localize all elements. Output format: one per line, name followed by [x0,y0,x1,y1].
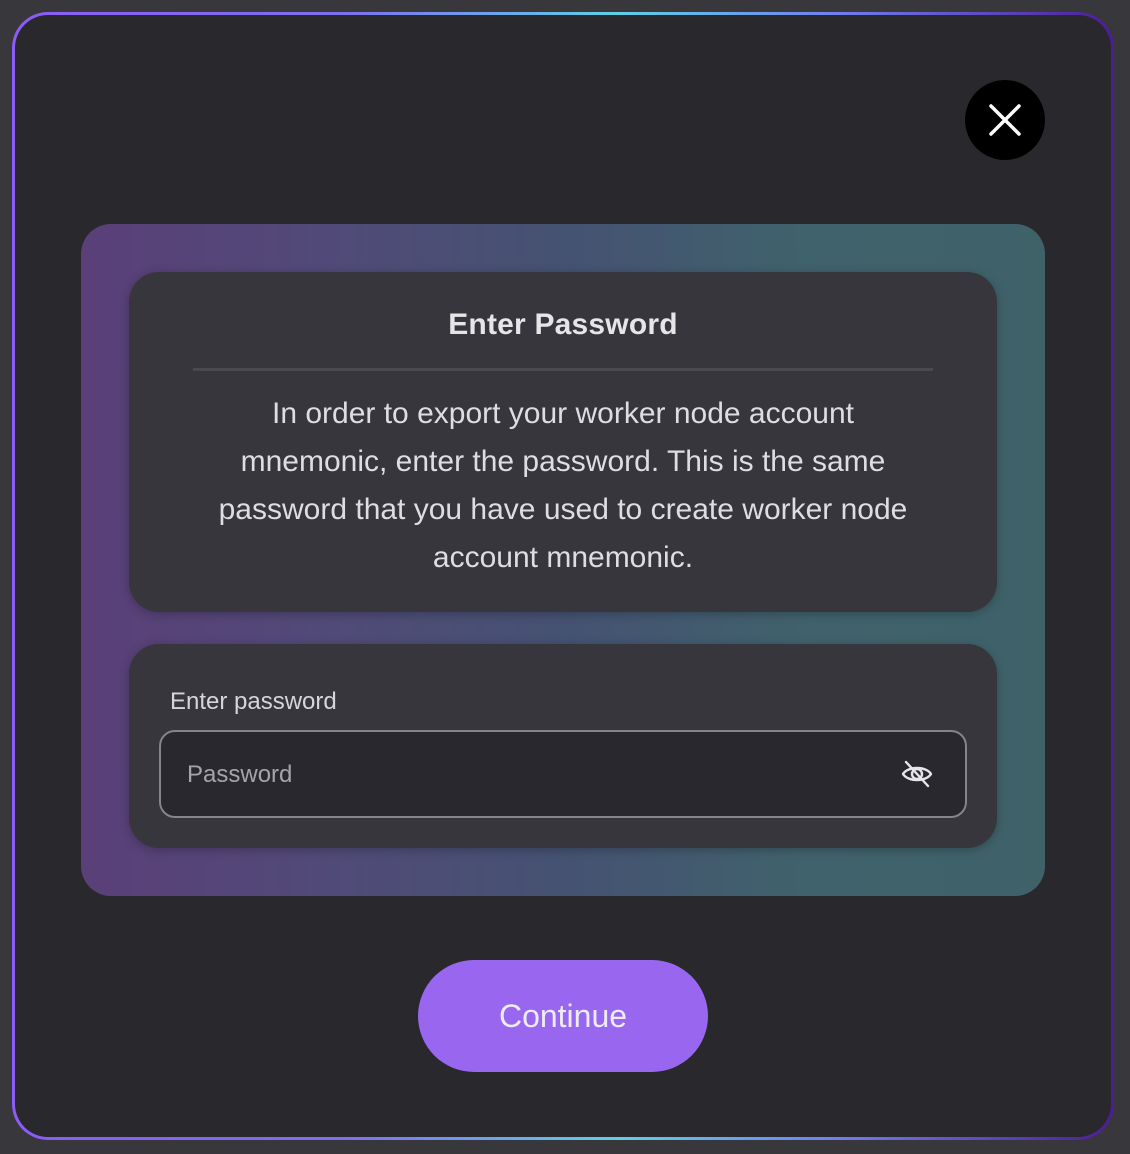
close-button[interactable] [965,80,1045,160]
toggle-password-visibility-button[interactable] [899,756,935,792]
info-card: Enter Password In order to export your w… [129,272,997,612]
password-label: Enter password [170,688,337,715]
password-field[interactable] [159,730,967,818]
close-icon [989,104,1021,136]
continue-button[interactable]: Continue [418,960,708,1072]
gradient-panel: Enter Password In order to export your w… [81,224,1045,896]
title-divider [193,368,933,371]
password-card: Enter password [129,644,997,848]
modal-frame: Enter Password In order to export your w… [12,12,1114,1140]
modal-description: In order to export your worker node acco… [218,397,908,574]
password-input[interactable] [185,732,869,818]
eye-off-icon [901,760,933,788]
modal-title: Enter Password [448,308,678,341]
export-mnemonic-modal: Enter Password In order to export your w… [15,15,1111,1137]
